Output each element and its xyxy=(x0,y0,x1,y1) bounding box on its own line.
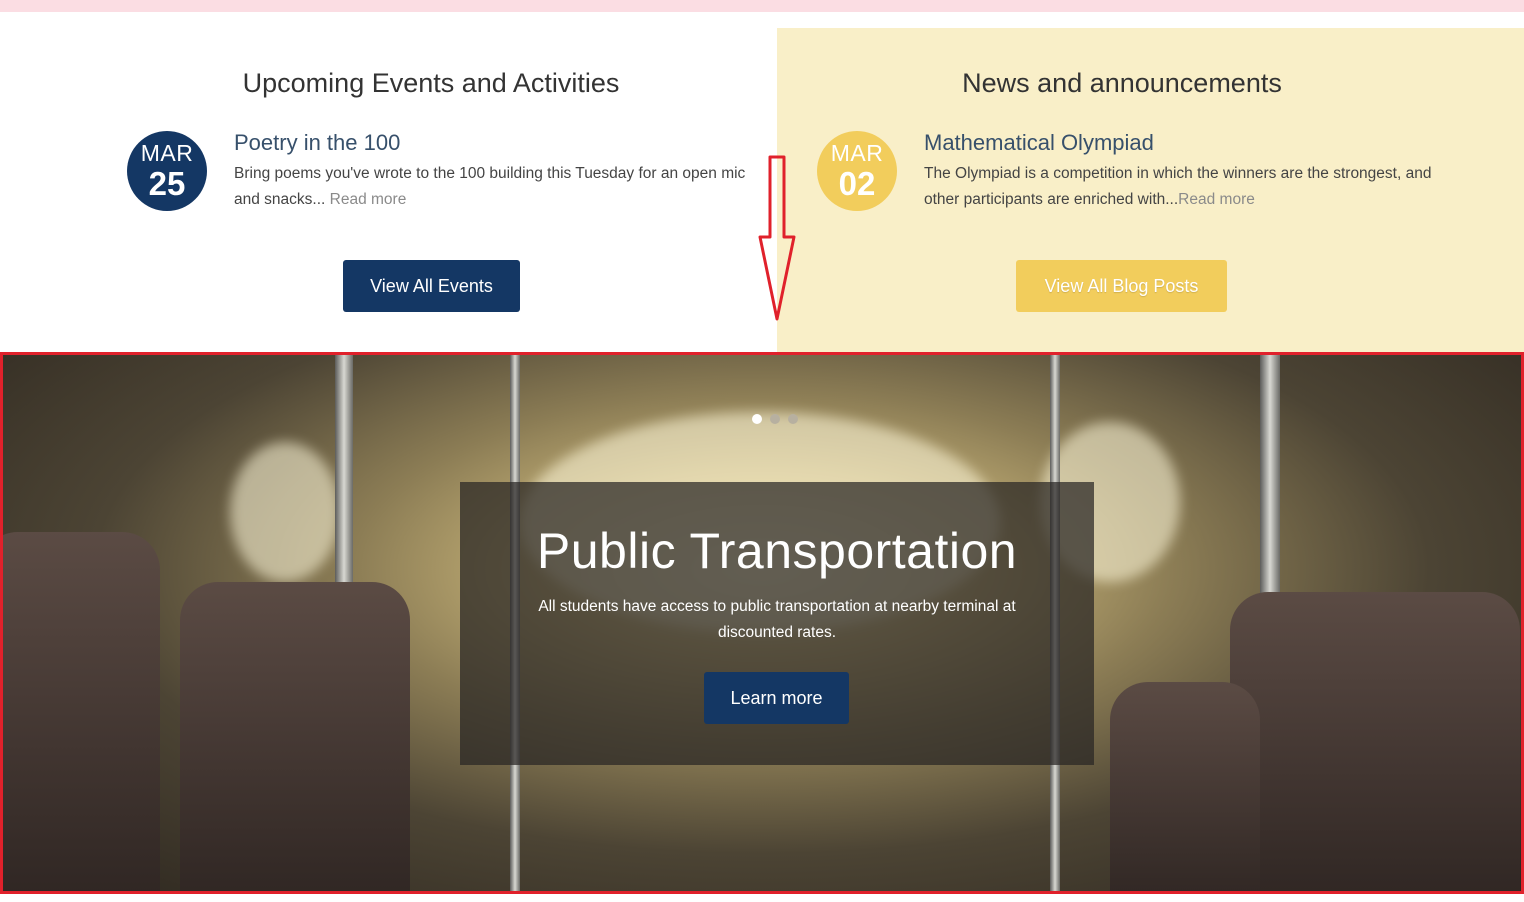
background-window-blur-left xyxy=(230,442,340,582)
news-month: MAR xyxy=(830,140,884,166)
slide-title: Public Transportation xyxy=(536,523,1018,579)
event-day: 25 xyxy=(148,165,186,202)
view-all-events-button[interactable]: View All Events xyxy=(343,260,520,312)
events-heading: Upcoming Events and Activities xyxy=(242,68,620,98)
view-all-blog-posts-button[interactable]: View All Blog Posts xyxy=(1016,260,1227,312)
news-date-badge: MAR 02 xyxy=(817,131,897,211)
slider-pagination xyxy=(752,414,798,424)
bus-seat-icon xyxy=(180,582,410,894)
news-title-link[interactable]: Mathematical Olympiad xyxy=(924,130,1154,156)
bus-seat-icon xyxy=(1230,592,1520,894)
news-section: News and announcements MAR 02 Mathematic… xyxy=(777,28,1524,352)
news-read-more-link[interactable]: Read more xyxy=(1178,191,1255,208)
slide-caption: Public Transportation All students have … xyxy=(460,482,1094,765)
event-month: MAR xyxy=(140,140,194,166)
annotation-down-arrow-icon xyxy=(758,155,796,321)
top-strip xyxy=(0,0,1524,12)
slide-1-dot[interactable] xyxy=(752,414,762,424)
event-title-link[interactable]: Poetry in the 100 xyxy=(234,130,400,156)
events-section: Upcoming Events and Activities MAR 25 Po… xyxy=(0,28,777,352)
slide-3-dot[interactable] xyxy=(788,414,798,424)
news-day: 02 xyxy=(838,165,876,202)
bus-seat-icon xyxy=(0,532,160,894)
event-description-text: Bring poems you've wrote to the 100 buil… xyxy=(234,165,746,208)
news-description: The Olympiad is a competition in which t… xyxy=(924,161,1444,213)
slide-2-dot[interactable] xyxy=(770,414,780,424)
slide-text: All students have access to public trans… xyxy=(538,598,1016,641)
event-description: Bring poems you've wrote to the 100 buil… xyxy=(234,161,754,213)
hero-slider: Public Transportation All students have … xyxy=(0,352,1524,894)
event-date-badge: MAR 25 xyxy=(127,131,207,211)
bus-seat-icon xyxy=(1110,682,1260,894)
learn-more-button[interactable]: Learn more xyxy=(704,672,849,724)
event-read-more-link[interactable]: Read more xyxy=(330,191,407,208)
news-heading: News and announcements xyxy=(962,68,1282,98)
